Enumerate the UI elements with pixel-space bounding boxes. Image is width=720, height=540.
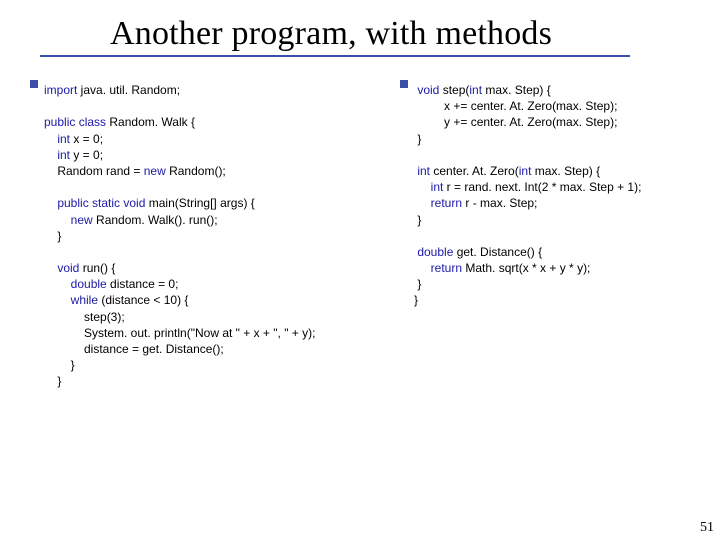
txt: step( [439, 83, 469, 97]
txt: Random. Walk { [106, 115, 195, 129]
kw-int: int [414, 164, 430, 178]
txt: x += center. At. Zero(max. Step); [414, 99, 617, 113]
page-number: 51 [700, 520, 714, 536]
txt: r - max. Step; [462, 196, 537, 210]
txt: run() { [79, 261, 115, 275]
txt: System. out. println("Now at " + x + ", … [44, 326, 315, 340]
txt: x = 0; [70, 132, 103, 146]
txt: (distance < 10) { [98, 293, 188, 307]
right-column: void step(int max. Step) { x += center. … [400, 82, 710, 390]
txt: r = rand. next. Int(2 * max. Step + 1); [443, 180, 641, 194]
left-code: import java. util. Random; public class … [44, 82, 315, 390]
kw-void: void [44, 261, 79, 275]
txt: main(String[] args) { [145, 196, 254, 210]
kw-public: public [44, 115, 75, 129]
txt: max. Step) { [531, 164, 600, 178]
txt: } [414, 293, 418, 307]
txt: center. At. Zero( [430, 164, 519, 178]
bullet-icon [400, 80, 408, 88]
kw-int: int [44, 132, 70, 146]
kw-int: int [519, 164, 532, 178]
txt: Random. Walk(). run(); [93, 213, 218, 227]
txt: distance = 0; [107, 277, 179, 291]
kw-int: int [469, 83, 482, 97]
slide-title: Another program, with methods [110, 15, 690, 53]
kw-public: public [44, 196, 89, 210]
title-underline [40, 55, 630, 57]
txt: java. util. Random; [77, 83, 180, 97]
txt: } [414, 132, 421, 146]
txt: } [414, 277, 421, 291]
txt: max. Step) { [482, 83, 551, 97]
txt: Random rand = [44, 164, 144, 178]
kw-int: int [44, 148, 70, 162]
txt: y += center. At. Zero(max. Step); [414, 115, 617, 129]
kw-int: int [414, 180, 443, 194]
kw-static: static [89, 196, 120, 210]
kw-new: new [44, 213, 93, 227]
txt: step(3); [44, 310, 125, 324]
txt: Random(); [166, 164, 226, 178]
kw-return: return [414, 261, 462, 275]
txt: } [44, 358, 75, 372]
kw-import: import [44, 83, 77, 97]
kw-return: return [414, 196, 462, 210]
content-area: import java. util. Random; public class … [30, 82, 710, 390]
kw-double: double [414, 245, 453, 259]
txt: } [44, 229, 61, 243]
txt: } [44, 374, 61, 388]
kw-void: void [414, 83, 439, 97]
txt: get. Distance() { [453, 245, 542, 259]
right-code: void step(int max. Step) { x += center. … [414, 82, 641, 390]
txt: y = 0; [70, 148, 103, 162]
txt: Math. sqrt(x * x + y * y); [462, 261, 590, 275]
kw-class: class [75, 115, 106, 129]
left-column: import java. util. Random; public class … [30, 82, 400, 390]
kw-while: while [44, 293, 98, 307]
kw-double: double [44, 277, 107, 291]
bullet-icon [30, 80, 38, 88]
title-block: Another program, with methods [110, 15, 690, 57]
txt: distance = get. Distance(); [44, 342, 224, 356]
txt: } [414, 213, 421, 227]
kw-void: void [120, 196, 145, 210]
kw-new: new [144, 164, 166, 178]
